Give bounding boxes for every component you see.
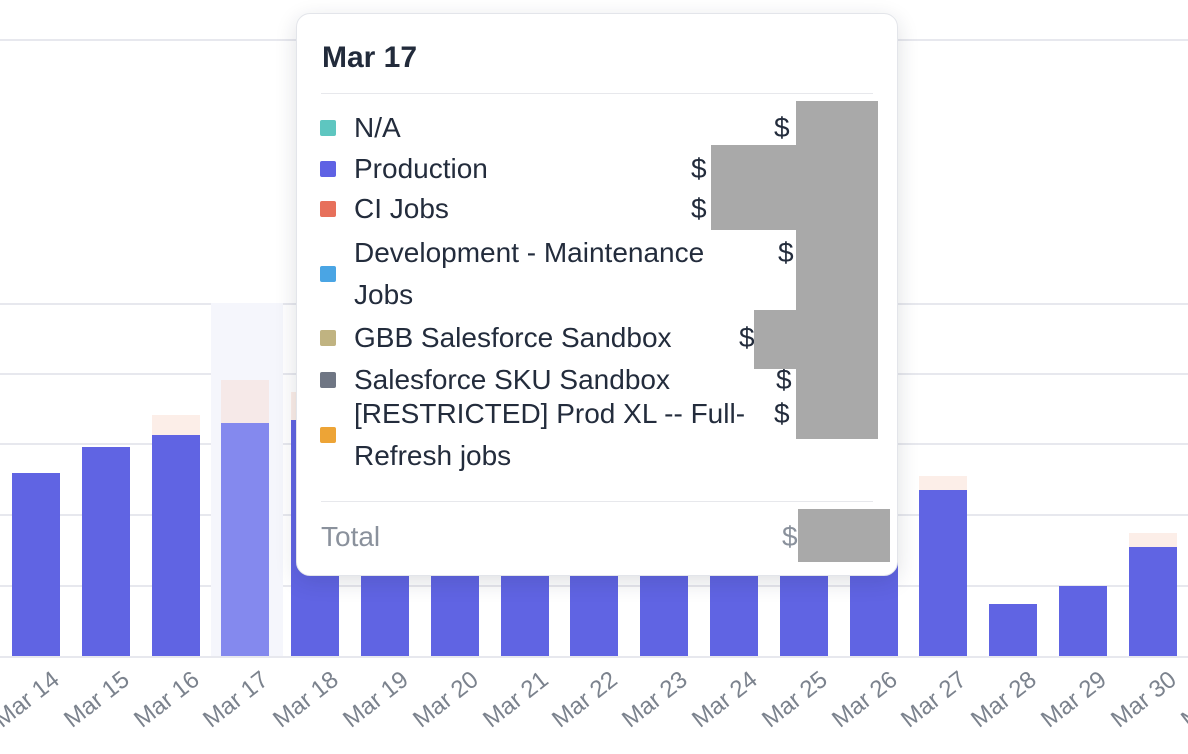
series-color-swatch-icon [320,372,336,388]
redaction-box [798,509,890,562]
tooltip-row-value: $ [774,393,790,435]
tooltip-row-label: [RESTRICTED] Prod XL -- Full-Refresh job… [354,393,764,477]
bar-cap-segment[interactable] [919,476,967,490]
redaction-box [754,310,796,369]
tooltip-title: Mar 17 [322,41,417,75]
tooltip-row-label: GBB Salesforce Sandbox [354,317,764,359]
bar[interactable] [989,604,1037,656]
x-axis-line [0,656,1188,658]
series-color-swatch-icon [320,266,336,282]
bar[interactable] [919,490,967,656]
redaction-box [796,101,878,439]
bar[interactable] [82,447,130,656]
bar[interactable] [152,435,200,656]
tooltip-row-label: N/A [354,107,764,149]
bar[interactable] [12,473,60,656]
tooltip-row-value: $ [739,317,755,359]
tooltip-divider-top [321,93,873,94]
bar[interactable] [221,423,269,656]
tooltip-row-value: $ [778,232,794,274]
bar-cap-segment[interactable] [221,380,269,423]
bar-cap-segment[interactable] [1129,533,1177,547]
tooltip-row-value: $ [691,148,707,190]
series-color-swatch-icon [320,161,336,177]
tooltip-total-value: $ [782,516,798,558]
series-color-swatch-icon [320,201,336,217]
tooltip-total-label: Total [321,516,380,558]
redaction-box [711,145,796,230]
series-color-swatch-icon [320,330,336,346]
chart-tooltip: Mar 17 Total $ N/A$Production$CI Jobs$De… [296,13,898,576]
bar-cap-segment[interactable] [152,415,200,435]
tooltip-row-label: Development - MaintenanceJobs [354,232,764,316]
tooltip-row-value: $ [691,188,707,230]
series-color-swatch-icon [320,120,336,136]
bar[interactable] [1059,586,1107,656]
series-color-swatch-icon [320,427,336,443]
bar[interactable] [1129,547,1177,656]
tooltip-divider-bottom [321,501,873,502]
chart-root: Mar 14Mar 15Mar 16Mar 17Mar 18Mar 19Mar … [0,0,1188,754]
tooltip-row-value: $ [774,107,790,149]
